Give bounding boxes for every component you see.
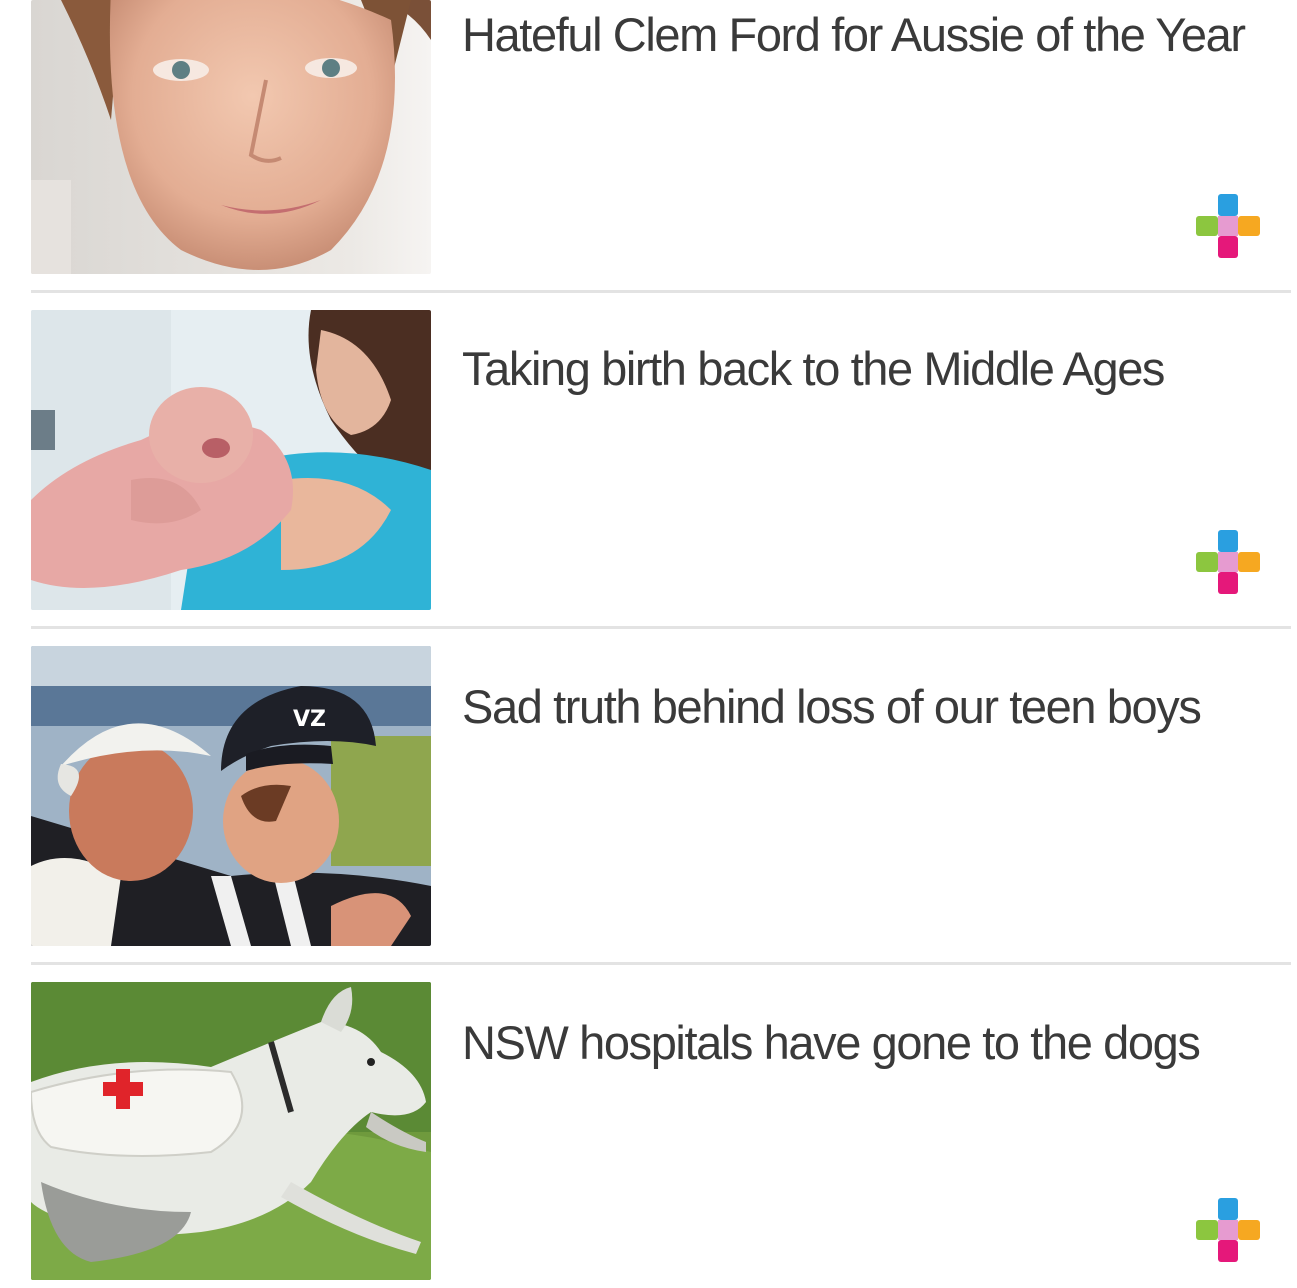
story-thumbnail-two-boys-in-caps[interactable]: VZ [31, 646, 431, 946]
story-headline[interactable]: Taking birth back to the Middle Ages [462, 338, 1252, 400]
story-headline[interactable]: NSW hospitals have gone to the dogs [462, 1012, 1252, 1074]
svg-text:VZ: VZ [293, 707, 326, 732]
story-thumbnail-mother-with-newborn[interactable] [31, 310, 431, 610]
divider [31, 626, 1291, 629]
mother-with-newborn-image [31, 310, 431, 610]
greyhound-with-red-cross-image [31, 982, 431, 1280]
list-item[interactable]: Taking birth back to the Middle Ages [0, 310, 1297, 629]
story-headline[interactable]: Sad truth behind loss of our teen boys [462, 676, 1252, 738]
list-item[interactable]: Hateful Clem Ford for Aussie of the Year [0, 0, 1297, 293]
list-item[interactable]: NSW hospitals have gone to the dogs [0, 982, 1297, 1288]
divider [31, 290, 1291, 293]
two-boys-in-caps-image: VZ [31, 646, 431, 946]
story-thumbnail-greyhound-with-red-cross[interactable] [31, 982, 431, 1280]
woman-portrait-image [31, 0, 431, 274]
list-item[interactable]: VZ Sad truth behind loss of our teen boy… [0, 646, 1297, 965]
plus-icon[interactable] [1196, 194, 1260, 258]
plus-icon[interactable] [1196, 530, 1260, 594]
divider [31, 962, 1291, 965]
story-thumbnail-woman-portrait[interactable] [31, 0, 431, 274]
plus-icon[interactable] [1196, 1198, 1260, 1262]
story-feed: Hateful Clem Ford for Aussie of the Year [0, 0, 1297, 1288]
story-headline[interactable]: Hateful Clem Ford for Aussie of the Year [462, 4, 1252, 66]
